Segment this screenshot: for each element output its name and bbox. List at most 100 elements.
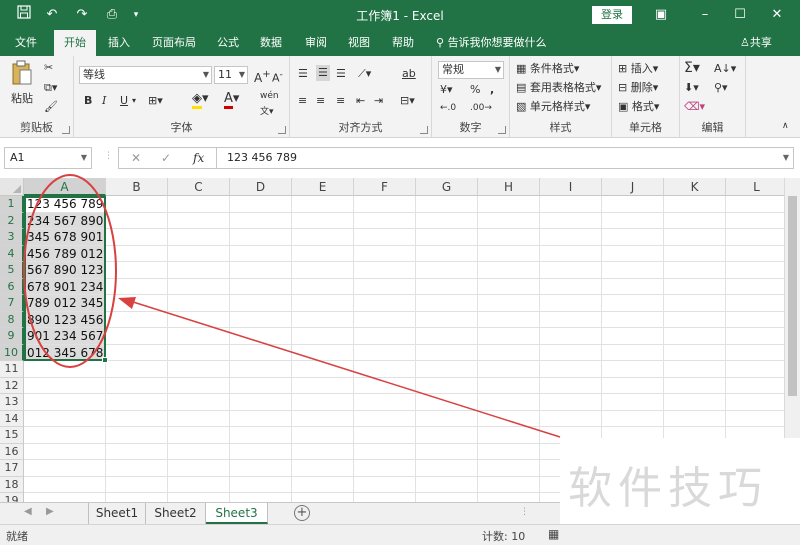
cell[interactable] xyxy=(478,493,540,502)
cell[interactable]: 789 012 345 xyxy=(24,295,106,312)
cancel-icon[interactable]: ✕ xyxy=(131,151,141,165)
align-center-icon[interactable]: ≡ xyxy=(316,93,325,109)
cell[interactable] xyxy=(602,295,664,312)
cell[interactable] xyxy=(230,361,292,378)
cell[interactable] xyxy=(292,344,354,361)
column-header-g[interactable]: G xyxy=(416,178,478,196)
cell[interactable] xyxy=(24,427,106,444)
autosum-icon[interactable]: Σ▾ xyxy=(684,60,700,76)
orientation-icon[interactable]: ⟋▾ xyxy=(358,66,371,82)
cell[interactable] xyxy=(478,196,540,213)
cell[interactable] xyxy=(106,196,168,213)
cell[interactable] xyxy=(726,312,784,328)
cell[interactable] xyxy=(106,212,168,229)
cell[interactable] xyxy=(602,212,664,229)
cell[interactable] xyxy=(664,410,726,427)
row-header[interactable]: 10 xyxy=(0,344,24,361)
cell[interactable] xyxy=(540,394,602,411)
collapse-ribbon-icon[interactable]: ∧ xyxy=(782,118,789,134)
tab-review[interactable]: 审阅 xyxy=(298,30,334,56)
cell[interactable] xyxy=(416,476,478,493)
ribbon-display-icon[interactable]: ▣ xyxy=(650,5,672,25)
cell[interactable] xyxy=(416,361,478,378)
cell[interactable] xyxy=(416,212,478,229)
format-as-table-button[interactable]: ▤ 套用表格格式▾ xyxy=(516,80,601,96)
column-header-a[interactable]: A xyxy=(24,178,106,196)
cell-styles-button[interactable]: ▧ 单元格样式▾ xyxy=(516,99,590,115)
row-header[interactable]: 13 xyxy=(0,394,24,411)
cell[interactable] xyxy=(292,410,354,427)
cell[interactable] xyxy=(354,460,416,477)
cell[interactable] xyxy=(292,443,354,460)
cell[interactable] xyxy=(602,377,664,394)
cell[interactable] xyxy=(168,295,230,312)
cell[interactable] xyxy=(416,344,478,361)
cell[interactable] xyxy=(168,212,230,229)
cell[interactable] xyxy=(416,229,478,246)
cell[interactable] xyxy=(416,245,478,262)
decrease-decimal-icon[interactable]: .00→ xyxy=(470,100,492,116)
cell[interactable] xyxy=(540,196,602,213)
cell[interactable] xyxy=(292,295,354,312)
cell[interactable] xyxy=(292,493,354,502)
cell[interactable] xyxy=(168,328,230,345)
cell[interactable] xyxy=(168,427,230,444)
cell[interactable] xyxy=(726,295,784,312)
font-color-icon[interactable]: A▾ xyxy=(224,91,239,109)
cell[interactable] xyxy=(168,311,230,328)
cell[interactable] xyxy=(540,229,602,246)
row-header[interactable]: 4 xyxy=(0,245,24,262)
cell[interactable]: 567 890 123 xyxy=(24,262,106,279)
row-header[interactable]: 7 xyxy=(0,295,24,312)
cell[interactable] xyxy=(478,262,540,279)
italic-button[interactable]: I xyxy=(102,93,106,109)
cell[interactable]: 345 678 901 xyxy=(24,229,106,246)
cell[interactable] xyxy=(478,377,540,394)
align-left-icon[interactable]: ≡ xyxy=(298,93,307,109)
cell[interactable] xyxy=(168,344,230,361)
cell[interactable] xyxy=(354,196,416,213)
row-header[interactable]: 2 xyxy=(0,212,24,229)
normal-view-icon[interactable]: ▦ xyxy=(548,527,559,541)
insert-function-icon[interactable]: fx xyxy=(193,151,204,165)
chevron-down-icon[interactable]: ▾ xyxy=(132,93,136,109)
cell[interactable] xyxy=(106,328,168,345)
cell[interactable] xyxy=(292,328,354,345)
cell[interactable] xyxy=(416,410,478,427)
column-header-e[interactable]: E xyxy=(292,178,354,196)
cell[interactable] xyxy=(230,443,292,460)
cell[interactable] xyxy=(416,262,478,279)
cell[interactable] xyxy=(292,245,354,262)
phonetic-guide-icon[interactable]: wén 文▾ xyxy=(260,88,279,120)
cell[interactable] xyxy=(24,476,106,493)
cell[interactable] xyxy=(230,427,292,444)
font-launcher-icon[interactable] xyxy=(278,126,286,134)
cell[interactable] xyxy=(24,443,106,460)
cell[interactable] xyxy=(230,229,292,246)
cell[interactable] xyxy=(354,394,416,411)
cell[interactable] xyxy=(168,361,230,378)
cell[interactable] xyxy=(168,410,230,427)
cell[interactable] xyxy=(540,212,602,229)
cell[interactable] xyxy=(478,460,540,477)
cell[interactable] xyxy=(664,311,726,328)
cell[interactable] xyxy=(168,443,230,460)
cell[interactable] xyxy=(478,311,540,328)
cell[interactable] xyxy=(354,212,416,229)
cell[interactable] xyxy=(540,328,602,345)
cell[interactable] xyxy=(230,410,292,427)
cell[interactable] xyxy=(664,328,726,345)
cell[interactable] xyxy=(664,295,726,312)
cell[interactable] xyxy=(292,460,354,477)
cell[interactable] xyxy=(726,196,784,213)
align-top-icon[interactable]: ☰ xyxy=(298,66,308,82)
cell[interactable] xyxy=(540,361,602,378)
add-sheet-icon[interactable]: + xyxy=(294,505,310,521)
format-cells-button[interactable]: ▣ 格式▾ xyxy=(618,99,659,115)
shrink-font-icon[interactable]: A- xyxy=(272,67,283,87)
cell[interactable] xyxy=(354,493,416,502)
select-all-button[interactable] xyxy=(0,178,24,196)
row-header[interactable]: 9 xyxy=(0,328,24,345)
borders-icon[interactable]: ⊞▾ xyxy=(148,93,163,109)
cell[interactable] xyxy=(602,245,664,262)
